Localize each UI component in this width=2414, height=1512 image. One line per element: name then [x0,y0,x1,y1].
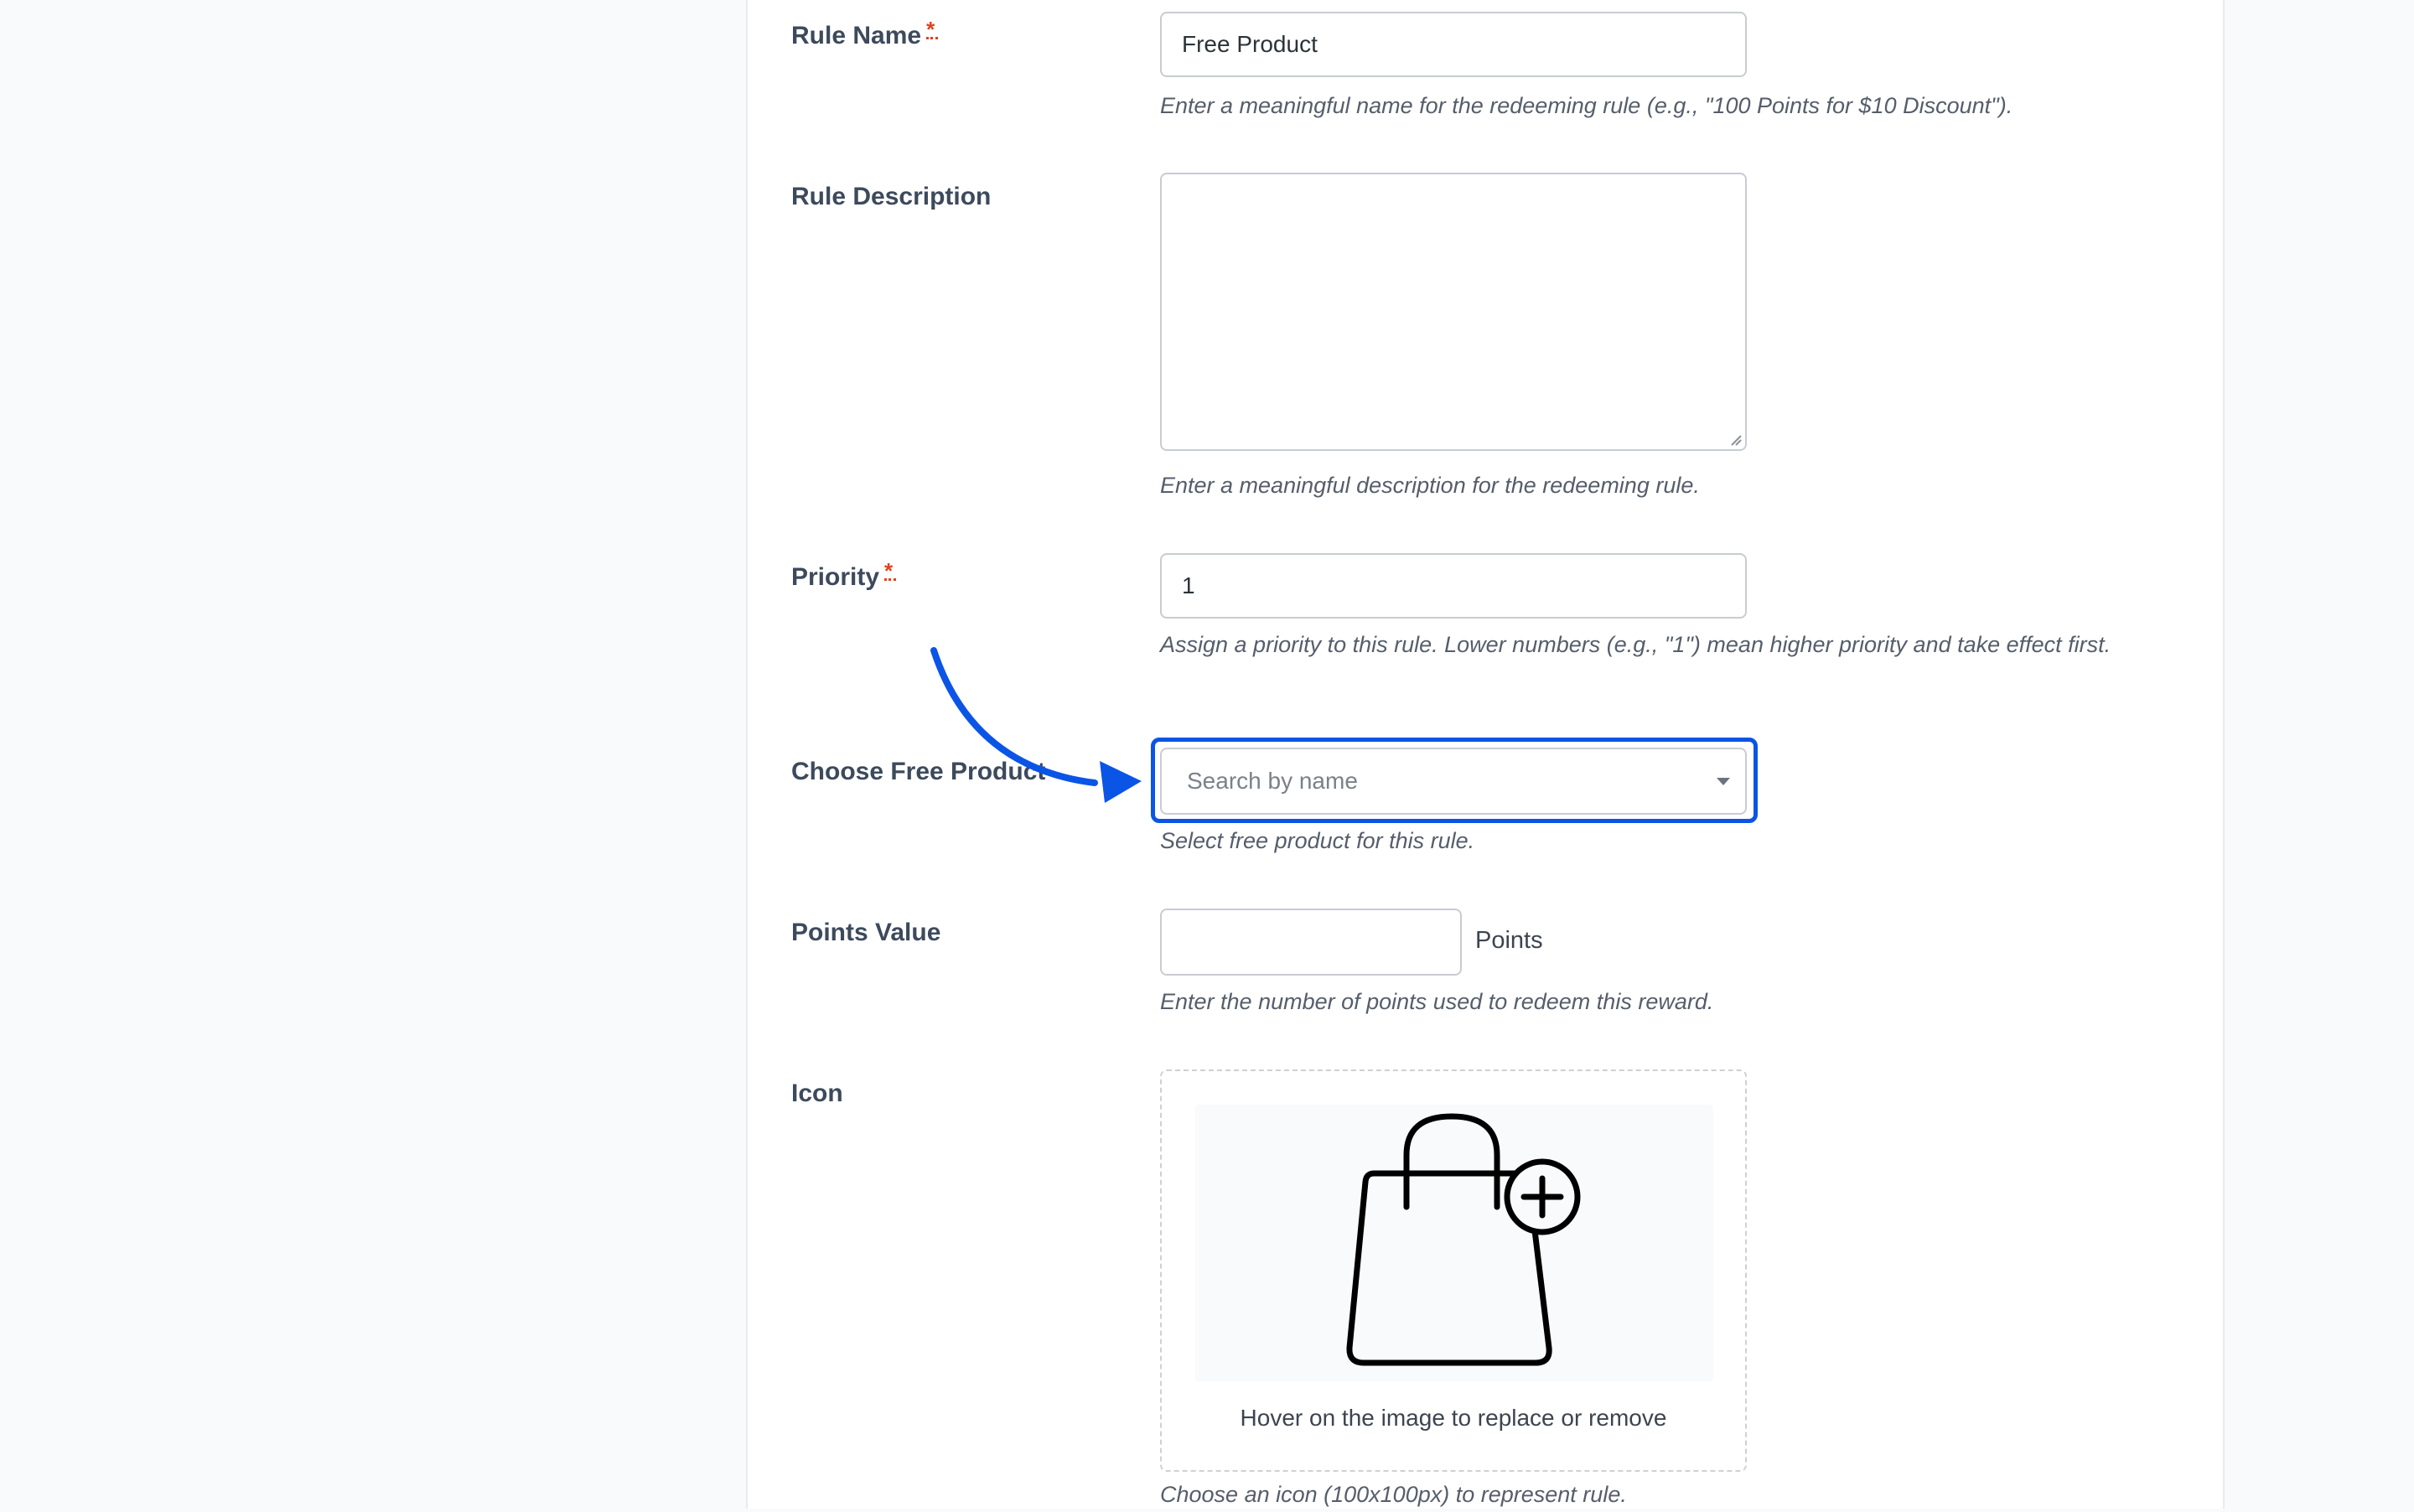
free-product-help: Select free product for this rule. [1160,828,1475,853]
points-value-help: Enter the number of points used to redee… [1160,989,1714,1014]
icon-label: Icon [791,1080,843,1107]
shopping-bag-plus-icon [1346,1113,1581,1366]
rule-name-input[interactable] [1160,12,1747,77]
rule-description-label: Rule Description [791,183,992,210]
icon-hint: Hover on the image to replace or remove [1240,1405,1667,1431]
free-product-label: Choose Free Product [791,758,1046,785]
form-panel: Rule Name* Enter a meaningful name for t… [746,0,2225,1509]
icon-preview[interactable] [1195,1105,1713,1381]
chevron-down-icon [1717,778,1730,785]
free-product-placeholder: Search by name [1187,768,1358,794]
rule-description-textarea[interactable] [1160,173,1747,451]
required-indicator: * [926,17,939,42]
rule-name-label: Rule Name * [791,17,939,49]
icon-upload-box[interactable]: Hover on the image to replace or remove [1160,1069,1747,1472]
priority-input[interactable] [1160,553,1747,619]
free-product-select[interactable]: Search by name [1160,748,1747,815]
points-value-input[interactable] [1160,909,1462,976]
points-value-label: Points Value [791,919,941,946]
rule-description-help: Enter a meaningful description for the r… [1160,473,1700,498]
required-indicator: * [884,558,897,583]
rule-name-help: Enter a meaningful name for the redeemin… [1160,93,2013,118]
points-unit-label: Points [1475,927,1543,954]
priority-label: Priority * [791,558,897,591]
resize-handle-icon[interactable] [1730,434,1742,446]
priority-help: Assign a priority to this rule. Lower nu… [1160,632,2111,657]
icon-help: Choose an icon (100x100px) to represent … [1160,1482,1627,1507]
